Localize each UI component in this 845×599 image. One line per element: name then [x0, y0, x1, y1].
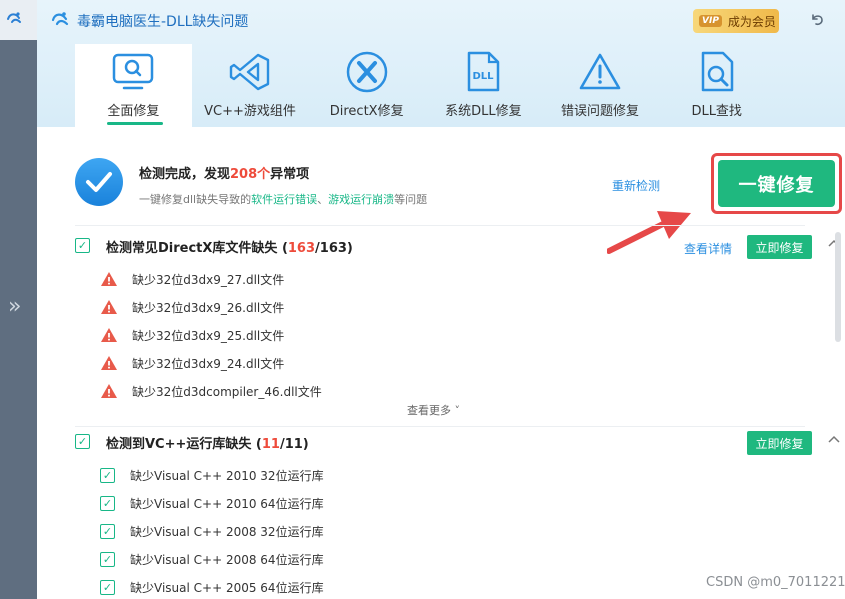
watermark: CSDN @m0_70112216 — [706, 575, 845, 590]
item-checkbox[interactable]: ✓ — [100, 467, 115, 483]
tab-full-repair[interactable]: 全面修复 — [75, 44, 192, 127]
scan-result-subtitle: 一键修复dll缺失导致的软件运行错误、游戏运行崩溃等问题 — [139, 191, 427, 207]
item-text: 缺少32位d3dx9_26.dll文件 — [132, 300, 285, 315]
subtitle-prefix: 一键修复dll缺失导致的 — [139, 193, 252, 206]
divider — [75, 426, 805, 427]
main-window: 毒霸电脑医生-DLL缺失问题 VIP 成为会员 全面修复 VC++游戏组件 Di… — [37, 0, 845, 599]
tab-directx-repair[interactable]: DirectX修复 — [308, 44, 425, 127]
collapse-chevron-icon[interactable] — [828, 432, 840, 447]
directx-group-title: 检测常见DirectX库文件缺失 (163/163) — [106, 237, 353, 256]
item-text: 缺少Visual C++ 2008 64位运行库 — [130, 552, 324, 567]
vc-group-title: 检测到VC++运行库缺失 (11/11) — [106, 433, 309, 452]
tab-dll-search[interactable]: DLL查找 — [658, 44, 775, 127]
warning-icon — [101, 328, 117, 342]
list-item: 缺少32位d3dx9_27.dll文件 — [100, 267, 284, 291]
dll-file-icon: DLL — [460, 50, 506, 94]
group-title-text: 检测到VC++运行库缺失 ( — [106, 437, 262, 452]
monitor-search-icon — [110, 50, 156, 94]
group-total-count: /11) — [279, 437, 309, 452]
list-item: 缺少32位d3dx9_26.dll文件 — [100, 295, 284, 319]
result-title-prefix: 检测完成，发现 — [139, 167, 231, 182]
app-title: 毒霸电脑医生-DLL缺失问题 — [77, 14, 249, 30]
directx-group-checkbox[interactable]: ✓ — [75, 238, 90, 253]
tab-system-dll-repair[interactable]: DLL 系统DLL修复 — [425, 44, 542, 127]
issue-count: 208个 — [230, 167, 271, 182]
list-item: ✓ 缺少Visual C++ 2008 64位运行库 — [100, 547, 324, 571]
item-text: 缺少32位d3dx9_24.dll文件 — [132, 356, 285, 371]
visual-studio-icon — [227, 50, 273, 94]
vc-runtime-group-header: ✓ 检测到VC++运行库缺失 (11/11) 立即修复 — [75, 428, 840, 456]
title-bar: 毒霸电脑医生-DLL缺失问题 — [51, 10, 248, 32]
warning-icon — [101, 384, 117, 398]
item-checkbox[interactable]: ✓ — [100, 495, 115, 511]
list-item: 缺少32位d3dcompiler_46.dll文件 — [100, 379, 322, 403]
directx-icon — [344, 50, 390, 94]
view-more-link[interactable]: 查看更多 ˅ — [407, 402, 460, 418]
one-click-repair-button[interactable]: 一键修复 — [718, 160, 835, 207]
expand-sidebar-icon[interactable]: » — [8, 294, 22, 319]
tab-label: 系统DLL修复 — [445, 104, 522, 119]
background-window-strip: » — [0, 0, 37, 599]
list-item: ✓ 缺少Visual C++ 2005 64位运行库 — [100, 575, 324, 599]
back-icon[interactable] — [809, 11, 825, 32]
item-text: 缺少Visual C++ 2005 64位运行库 — [130, 580, 324, 595]
group-missing-count: 163 — [287, 241, 316, 256]
tab-label: VC++游戏组件 — [204, 104, 296, 119]
item-checkbox[interactable]: ✓ — [100, 579, 115, 595]
file-search-icon — [694, 50, 740, 94]
item-checkbox[interactable]: ✓ — [100, 523, 115, 539]
item-text: 缺少32位d3dcompiler_46.dll文件 — [132, 384, 322, 399]
active-tab-indicator — [107, 122, 163, 125]
divider — [75, 225, 805, 226]
item-text: 缺少Visual C++ 2010 32位运行库 — [130, 468, 324, 483]
rescan-link[interactable]: 重新检测 — [612, 177, 660, 194]
tab-error-repair[interactable]: 错误问题修复 — [542, 44, 659, 127]
tab-bar: 全面修复 VC++游戏组件 DirectX修复 DLL 系统DLL修复 错误问题… — [75, 44, 775, 127]
subtitle-suffix: 等问题 — [394, 193, 428, 206]
check-circle-icon — [75, 158, 123, 206]
view-details-link[interactable]: 查看详情 — [684, 240, 732, 257]
app-logo-icon — [51, 10, 69, 33]
fix-now-button[interactable]: 立即修复 — [747, 235, 812, 259]
tab-label: DLL查找 — [691, 104, 742, 119]
warning-icon — [101, 356, 117, 370]
subtitle-separator: 、 — [317, 193, 329, 206]
warning-triangle-icon — [577, 50, 623, 94]
tab-label: 错误问题修复 — [561, 104, 640, 119]
group-title-text: 检测常见DirectX库文件缺失 ( — [106, 241, 288, 256]
software-error-link[interactable]: 软件运行错误 — [251, 193, 317, 206]
item-text: 缺少32位d3dx9_25.dll文件 — [132, 328, 285, 343]
header: 毒霸电脑医生-DLL缺失问题 VIP 成为会员 全面修复 VC++游戏组件 Di… — [37, 0, 845, 127]
tab-label: DirectX修复 — [329, 104, 404, 119]
list-item: 缺少32位d3dx9_25.dll文件 — [100, 323, 284, 347]
fix-now-button[interactable]: 立即修复 — [747, 431, 812, 455]
directx-group-header: ✓ 检测常见DirectX库文件缺失 (163/163) 查看详情 立即修复 — [75, 232, 840, 260]
item-text: 缺少Visual C++ 2010 64位运行库 — [130, 496, 324, 511]
tab-vc-game-components[interactable]: VC++游戏组件 — [192, 44, 309, 127]
app-logo-icon — [6, 10, 22, 30]
scan-result-title: 检测完成，发现208个异常项 — [139, 163, 309, 182]
warning-icon — [101, 300, 117, 314]
group-total-count: /163) — [315, 241, 353, 256]
vc-group-checkbox[interactable]: ✓ — [75, 434, 90, 449]
warning-icon — [101, 272, 117, 286]
list-item: ✓ 缺少Visual C++ 2010 64位运行库 — [100, 491, 324, 515]
highlight-frame: 一键修复 — [711, 153, 842, 214]
become-member-button[interactable]: VIP 成为会员 — [693, 9, 779, 33]
list-item: 缺少32位d3dx9_24.dll文件 — [100, 351, 284, 375]
group-missing-count: 11 — [261, 437, 280, 452]
list-item: ✓ 缺少Visual C++ 2008 32位运行库 — [100, 519, 324, 543]
become-member-label: 成为会员 — [727, 14, 776, 29]
tab-label: 全面修复 — [107, 104, 160, 119]
item-checkbox[interactable]: ✓ — [100, 551, 115, 567]
result-title-suffix: 异常项 — [270, 167, 310, 182]
list-item: ✓ 缺少Visual C++ 2010 32位运行库 — [100, 463, 324, 487]
item-text: 缺少Visual C++ 2008 32位运行库 — [130, 524, 324, 539]
svg-text:DLL: DLL — [473, 71, 495, 82]
item-text: 缺少32位d3dx9_27.dll文件 — [132, 272, 285, 287]
game-crash-link[interactable]: 游戏运行崩溃 — [328, 193, 394, 206]
vip-crown-icon: VIP — [699, 15, 722, 27]
scrollbar-thumb[interactable] — [835, 232, 841, 342]
